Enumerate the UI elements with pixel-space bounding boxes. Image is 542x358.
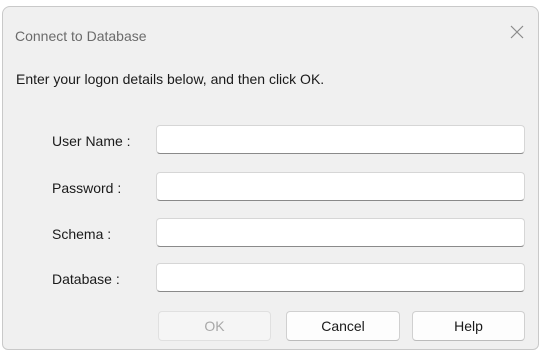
password-input[interactable] <box>156 172 525 201</box>
title-bar: Connect to Database <box>3 7 538 59</box>
user-name-label: User Name : <box>52 133 131 149</box>
database-input[interactable] <box>156 263 525 292</box>
connect-dialog: Connect to Database Enter your logon det… <box>2 6 539 350</box>
schema-row: Schema : <box>3 218 538 250</box>
instructions-text: Enter your logon details below, and then… <box>16 71 325 87</box>
password-label: Password : <box>52 180 122 196</box>
cancel-button[interactable]: Cancel <box>286 311 400 341</box>
dialog-title: Connect to Database <box>15 28 147 44</box>
schema-label: Schema : <box>52 226 112 242</box>
ok-button[interactable]: OK <box>158 311 271 341</box>
user-name-row: User Name : <box>3 125 538 157</box>
schema-input[interactable] <box>156 218 525 247</box>
user-name-input[interactable] <box>156 125 525 154</box>
close-button[interactable] <box>502 19 532 45</box>
database-row: Database : <box>3 263 538 295</box>
close-icon <box>510 25 524 39</box>
help-button[interactable]: Help <box>412 311 525 341</box>
database-label: Database : <box>52 271 120 287</box>
password-row: Password : <box>3 172 538 204</box>
